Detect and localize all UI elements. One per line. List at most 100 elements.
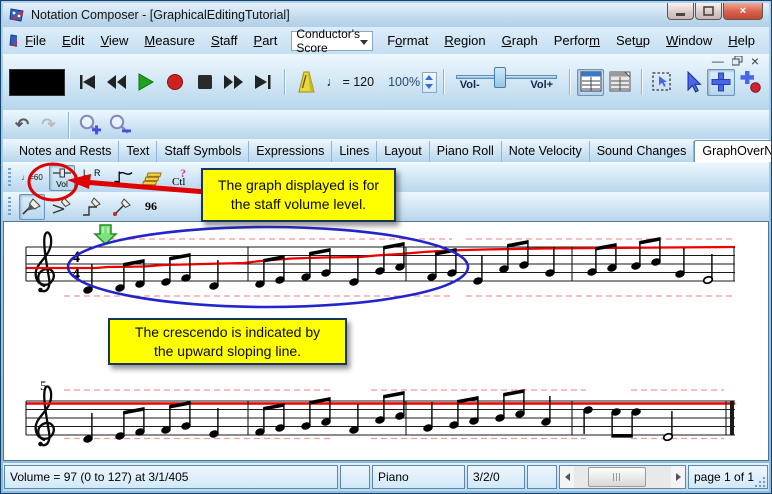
pitch-bend-icon [110,166,134,190]
pan-graph-button[interactable]: L R [79,165,105,191]
status-spacer-2 [527,465,557,489]
scrollbar-track[interactable] [574,466,671,488]
menu-bar: File Edit View Measure Staff Part Conductor's… [3,27,769,54]
stop-button[interactable] [192,70,217,94]
horizontal-scrollbar[interactable] [559,465,686,489]
pitch-bend-graph-button[interactable] [109,165,135,191]
minimize-button[interactable] [667,3,694,20]
skip-to-end-button[interactable] [251,70,276,94]
chevron-down-icon [360,40,368,45]
zoom-spinner[interactable] [422,72,437,93]
tab-note-velocity[interactable]: Note Velocity [502,141,590,162]
add-note-tool[interactable] [707,69,734,96]
menu-item-setup[interactable]: Setup [616,33,650,48]
tempo-graph-button[interactable]: ♩=60 [19,165,45,191]
add-note-with-duration-tool[interactable] [737,69,764,96]
page-indicator: page 1 of 1 [694,470,754,484]
volume-fader-icon: Vol [50,166,74,190]
tempo-graph-icon: ♩=60 [21,173,43,182]
tab-sound-changes[interactable]: Sound Changes [590,141,695,162]
treble-clef-2 [36,386,54,445]
menu-item-window[interactable]: Window [666,33,712,48]
tempo-value: ♩ = 120 [326,75,374,89]
scroll-left-button[interactable] [560,466,574,488]
volume-slider[interactable]: Vol- Vol+ [454,66,559,98]
menu-item-file[interactable]: File [25,33,46,48]
zoom-out-icon [107,113,133,137]
menu-item-edit[interactable]: Edit [62,33,84,48]
tab-notes-and-rests[interactable]: Notes and Rests [12,141,119,162]
stacked-cards-icon [140,166,164,190]
menu-items-left: File Edit View Measure Staff Part [17,33,285,48]
page-view-button[interactable] [577,69,604,96]
status-bar: Volume = 97 (0 to 127) at 3/1/405 Piano … [3,463,769,491]
close-button[interactable]: × [723,3,763,20]
continuous-view-button[interactable] [606,69,633,96]
time-display [9,69,65,96]
select-region-tool[interactable] [649,69,676,96]
callout-line: the staff volume level. [231,195,366,214]
all-graphs-button[interactable] [139,165,165,191]
status-instrument: Piano [372,465,465,489]
scrollbar-thumb[interactable] [588,467,646,487]
metronome-button[interactable] [293,70,318,94]
tab-staff-symbols[interactable]: Staff Symbols [157,141,249,162]
zoom-out-button[interactable] [107,113,133,137]
vol-plus-label: Vol+ [530,79,553,91]
menu-item-measure[interactable]: Measure [144,33,195,48]
undo-button[interactable]: ↶ [15,115,29,135]
menu-item-view[interactable]: View [100,33,128,48]
fast-forward-button[interactable] [221,70,246,94]
window-title: Notation Composer - [GraphicalEditingTut… [31,8,290,22]
menu-item-help[interactable]: Help [728,33,755,48]
redo-button[interactable]: ↷ [41,115,55,135]
maximize-button[interactable] [695,3,722,20]
zoom-in-button[interactable] [77,113,103,137]
tab-expressions[interactable]: Expressions [249,141,332,162]
volume-slider-thumb[interactable] [494,67,506,88]
mdi-window-controls: — × [712,56,759,66]
edit-toolbar: ↶ ↷ [3,110,769,139]
dot-pen-icon [110,196,134,218]
application-window: Notation Composer - [GraphicalEditingTut… [0,0,772,494]
volume-graph-button[interactable]: Vol [49,165,75,191]
mdi-close-button[interactable]: × [751,56,759,66]
scroll-right-button[interactable] [671,466,685,488]
status-volume: Volume = 97 (0 to 127) at 3/1/405 [4,465,338,489]
resize-grip[interactable] [755,476,766,487]
dot-pen-tool[interactable] [109,194,135,220]
tab-text[interactable]: Text [119,141,157,162]
mdi-minimize-button[interactable]: — [712,56,724,66]
tab-graphovernotes[interactable]: GraphOverNotes™ [694,140,772,162]
record-button[interactable] [163,70,188,94]
cursor-arrow-icon [681,71,703,93]
toolbar-grip[interactable] [8,168,11,188]
callout-crescendo: The crescendo is indicated by the upward… [108,318,347,365]
line-pen-tool[interactable] [19,194,45,220]
controller-graph-button[interactable]: ? Ctl [169,165,195,191]
skip-to-start-button[interactable] [75,70,100,94]
rewind-button[interactable] [104,70,129,94]
app-icon [9,7,25,23]
palette-tab-bar: Notes and RestsTextStaff SymbolsExpressi… [3,139,769,163]
controller-icon: ? Ctl [169,166,195,190]
menu-item-region[interactable]: Region [444,33,485,48]
tab-lines[interactable]: Lines [332,141,377,162]
part-selector[interactable]: Conductor's Score [291,31,373,51]
menu-item-part[interactable]: Part [254,33,278,48]
accent-pen-tool[interactable] [49,194,75,220]
status-position: 3/2/0 [467,465,525,489]
mdi-restore-button[interactable] [732,56,743,66]
menu-item-format[interactable]: Format [387,33,428,48]
tab-piano-roll[interactable]: Piano Roll [430,141,502,162]
menu-item-graph[interactable]: Graph [502,33,538,48]
menu-item-staff[interactable]: Staff [211,33,238,48]
tab-layout[interactable]: Layout [377,141,430,162]
zoom-value: 100% [388,75,420,89]
play-button[interactable] [133,70,158,94]
toolbar-grip[interactable] [8,197,11,217]
step-pen-tool[interactable] [79,194,105,220]
menu-item-perform[interactable]: Perform [554,33,600,48]
arrow-select-tool[interactable] [678,69,705,96]
accent-pen-icon [50,196,74,218]
